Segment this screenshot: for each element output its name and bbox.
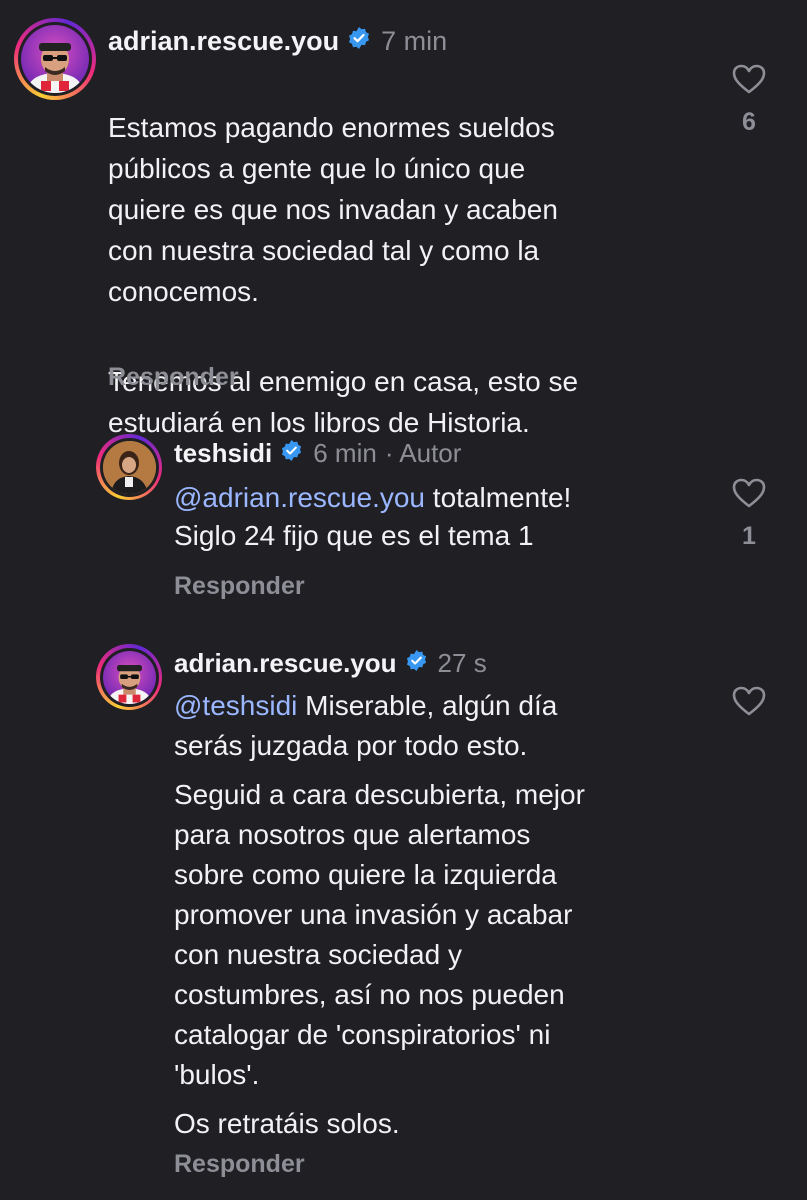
paragraph: @adrian.rescue.you totalmente! Siglo 24 … [174, 479, 714, 555]
paragraph: Estamos pagando enormes sueldos públicos… [108, 112, 558, 307]
like-button[interactable]: 6 [728, 64, 770, 137]
verified-badge-icon [405, 648, 428, 679]
like-count: 6 [742, 108, 756, 136]
timestamp: 27 s [437, 647, 487, 678]
paragraph: Seguid a cara descubierta, mejor para no… [174, 779, 585, 1090]
comment-text: @adrian.rescue.you totalmente! Siglo 24 … [174, 479, 714, 555]
paragraph: Os retratáis solos. [174, 1108, 400, 1139]
mention-link[interactable]: @teshsidi [174, 690, 297, 721]
verified-badge-icon [347, 26, 371, 57]
comments-thread: adrian.rescue.you 7 min Estamos pagando … [0, 0, 807, 1200]
like-button[interactable]: 1 [728, 478, 770, 551]
reply-button[interactable]: Responder [108, 363, 239, 392]
like-count: 1 [742, 522, 756, 550]
avatar[interactable] [14, 18, 96, 100]
timestamp: 7 min [381, 25, 448, 56]
reply-button[interactable]: Responder [174, 572, 305, 601]
comment-text: Estamos pagando enormes sueldos públicos… [108, 66, 708, 484]
heart-icon [732, 686, 766, 716]
reply-button[interactable]: Responder [174, 1150, 305, 1179]
timestamp: 6 min [313, 437, 377, 468]
cartoon-man-avatar-icon [21, 25, 89, 93]
verified-badge-icon [280, 438, 303, 469]
username[interactable]: adrian.rescue.you [174, 648, 397, 679]
comment-text: @teshsidi Miserable, algún día serás juz… [174, 686, 714, 1144]
avatar[interactable] [96, 644, 162, 710]
heart-icon [732, 478, 766, 508]
like-button[interactable] [728, 686, 770, 716]
cartoon-man-avatar-icon [102, 650, 156, 704]
username[interactable]: adrian.rescue.you [108, 26, 339, 57]
paragraph: @teshsidi Miserable, algún día serás juz… [174, 686, 714, 766]
author-tag: · Autor [384, 437, 462, 468]
avatar[interactable] [96, 434, 162, 500]
heart-icon [732, 64, 766, 94]
username[interactable]: teshsidi [174, 438, 272, 469]
woman-photo-avatar-icon [102, 440, 156, 494]
mention-link[interactable]: @adrian.rescue.you [174, 482, 425, 513]
